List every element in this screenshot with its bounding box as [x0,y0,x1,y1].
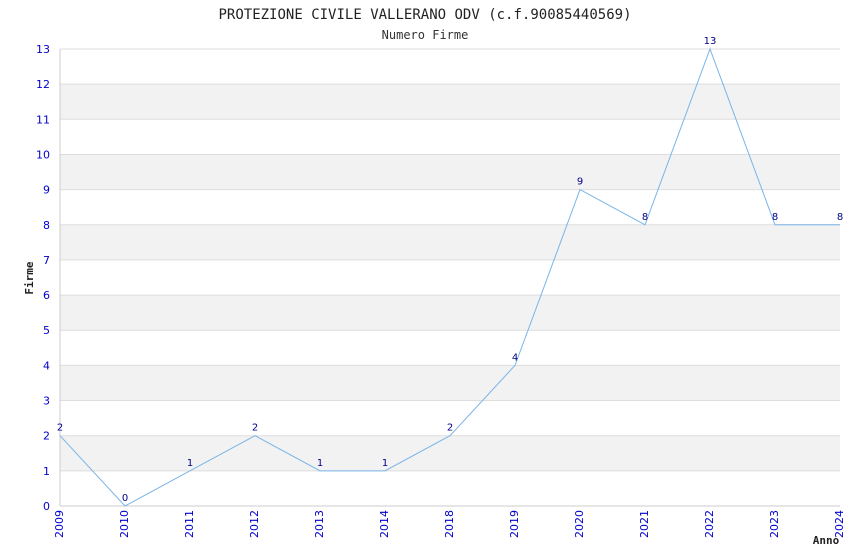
data-label: 9 [577,177,583,188]
x-tick-label: 2009 [53,510,66,538]
y-tick-labels: 012345678910111213 [36,43,50,513]
data-label: 2 [252,423,258,434]
chart-title: PROTEZIONE CIVILE VALLERANO ODV (c.f.900… [218,7,631,23]
grid-band [60,224,840,260]
x-tick-label: 2011 [183,510,196,538]
y-tick-label: 12 [36,78,50,91]
y-tick-label: 10 [36,148,50,161]
y-axis-label: Firme [23,261,36,294]
data-label: 8 [837,212,843,223]
data-label: 1 [382,458,388,469]
x-tick-labels: 2009 2010 2011 2012 2013 2014 2018 2019 2020 2021… [53,510,846,538]
y-tick-label: 2 [43,430,50,443]
chart: 012345678910111213 2009 2010 2011 2012 2013 2… [23,7,846,547]
grid-band [60,470,840,506]
y-tick-label: 4 [43,359,50,372]
grid-band [60,49,840,85]
y-tick-label: 5 [43,324,50,337]
x-tick-label: 2013 [313,510,326,538]
x-tick-label: 2010 [118,510,131,538]
background-bands [60,49,840,506]
x-tick-label: 2022 [703,510,716,538]
data-label: 2 [57,423,63,434]
data-label: 8 [772,212,778,223]
data-label: 1 [317,458,323,469]
grid-band [60,84,840,120]
grid-band [60,154,840,190]
grid-band [60,259,840,296]
y-tick-label: 9 [43,184,50,197]
x-tick-label: 2020 [573,510,586,538]
x-axis-label: Anno [813,534,840,547]
x-tick-label: 2023 [768,510,781,538]
y-tick-label: 11 [36,113,50,126]
grid-band [60,435,840,471]
grid-band [60,295,840,331]
data-label: 13 [704,36,717,47]
data-label: 1 [187,458,193,469]
data-label: 8 [642,212,648,223]
grid-band [60,119,840,155]
grid-band [60,189,840,225]
y-tick-label: 7 [43,254,50,267]
data-label: 4 [512,352,518,363]
grid-band [60,365,840,401]
y-tick-label: 1 [43,465,50,478]
x-tick-label: 2012 [248,510,261,538]
data-label: 0 [122,493,128,504]
x-tick-label: 2019 [508,510,521,538]
y-tick-label: 6 [43,289,50,302]
grid-band [60,330,840,366]
chart-subtitle: Numero Firme [382,28,469,42]
y-tick-label: 3 [43,395,50,408]
y-tick-label: 0 [43,500,50,513]
y-tick-label: 13 [36,43,50,56]
x-tick-label: 2014 [378,510,391,538]
x-tick-label: 2018 [443,510,456,538]
data-label: 2 [447,423,453,434]
y-tick-label: 8 [43,219,50,232]
x-tick-label: 2021 [638,510,651,538]
